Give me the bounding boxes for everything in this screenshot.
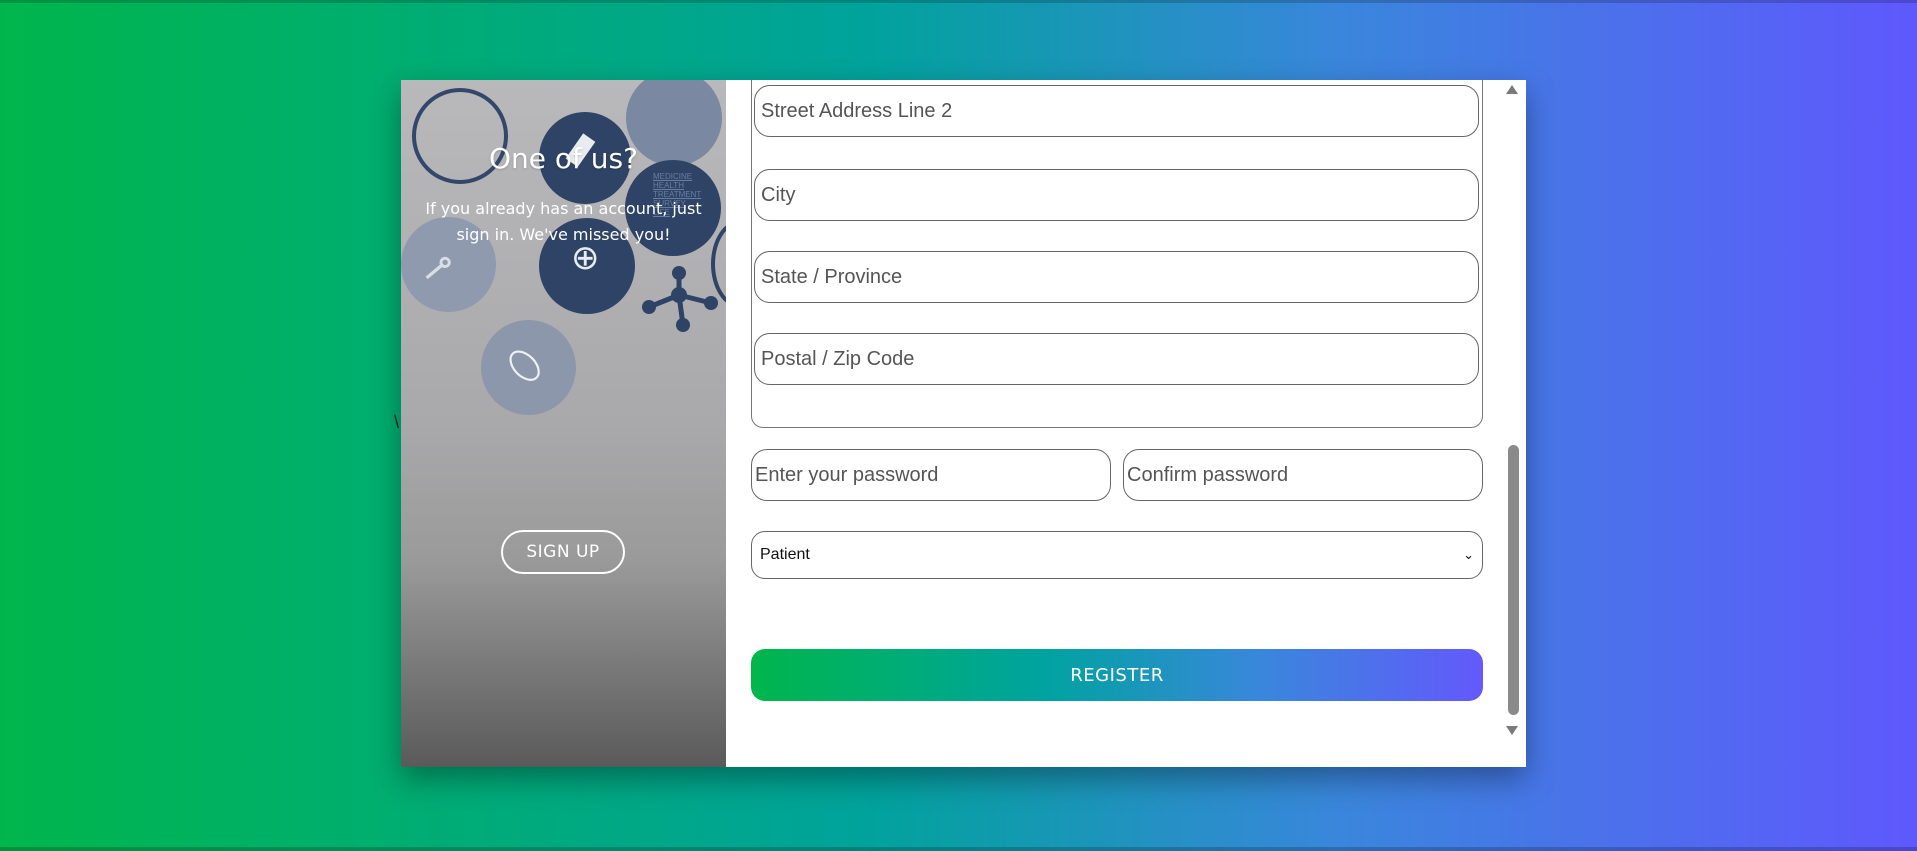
- chevron-down-icon: ⌄: [1463, 547, 1474, 562]
- city-input[interactable]: City: [754, 169, 1479, 221]
- scrollbar[interactable]: [1501, 80, 1526, 767]
- state-province-input[interactable]: State / Province: [754, 251, 1479, 303]
- register-form: Street Address Line 2 City State / Provi…: [726, 80, 1526, 767]
- scrollbar-thumb[interactable]: [1508, 445, 1519, 715]
- bottom-edge: [0, 847, 1917, 851]
- role-select[interactable]: Patient ⌄: [751, 531, 1483, 579]
- register-button[interactable]: REGISTER: [751, 649, 1483, 701]
- molecule-icon: [642, 266, 718, 332]
- password-input[interactable]: Enter your password: [751, 449, 1111, 501]
- scroll-up-arrow-icon[interactable]: [1506, 85, 1518, 94]
- postal-code-input[interactable]: Postal / Zip Code: [754, 333, 1479, 385]
- confirm-password-input[interactable]: Confirm password: [1123, 449, 1483, 501]
- stray-character: \: [394, 412, 400, 432]
- sign-up-button[interactable]: SIGN UP: [501, 530, 625, 574]
- panel-subtitle: If you already has an account, just sign…: [425, 199, 702, 244]
- scroll-down-arrow-icon[interactable]: [1506, 726, 1518, 735]
- welcome-panel: MEDICINE HEALTH TREATMENT SURVEY LIFE ▮ …: [401, 80, 726, 767]
- top-edge: [0, 0, 1917, 3]
- register-card: MEDICINE HEALTH TREATMENT SURVEY LIFE ▮ …: [401, 80, 1526, 767]
- decor-word: HEALTH: [653, 181, 684, 190]
- role-select-value: Patient: [760, 546, 810, 563]
- street-address-line2-input[interactable]: Street Address Line 2: [754, 85, 1479, 137]
- panel-title: One of us?: [489, 142, 638, 175]
